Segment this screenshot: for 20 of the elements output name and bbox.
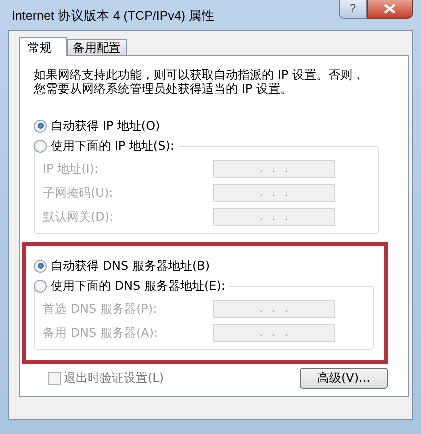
advanced-button[interactable]: 高级(V)... xyxy=(300,368,388,389)
field-label: 子网掩码(U): xyxy=(43,184,114,202)
radio-button[interactable] xyxy=(34,120,47,132)
tab[interactable]: 备用配置 xyxy=(67,39,127,55)
help-button[interactable]: ? xyxy=(339,0,367,19)
field-label: 备用 DNS 服务器(A): xyxy=(43,324,160,342)
radio-button[interactable] xyxy=(34,280,47,292)
radio-button[interactable] xyxy=(34,140,47,152)
window-title: Internet 协议版本 4 (TCP/IPv4) 属性 xyxy=(12,8,216,25)
radio-label[interactable]: 使用下面的 IP 地址(S): xyxy=(51,138,178,154)
field-label: 默认网关(D): xyxy=(43,208,115,226)
field-label: 首选 DNS 服务器(P): xyxy=(43,300,158,318)
close-icon xyxy=(384,4,396,14)
tab[interactable]: 常规 xyxy=(19,37,67,56)
radio-label[interactable]: 使用下面的 DNS 服务器地址(E): xyxy=(51,278,230,294)
intro-text: 您需要从网络系统管理员处获得适当的 IP 设置。 xyxy=(34,82,292,96)
radio-button[interactable] xyxy=(34,260,47,272)
field-label: IP 地址(I): xyxy=(43,160,100,178)
close-button[interactable] xyxy=(367,0,413,19)
intro-text: 如果网络支持此功能，则可以获取自动指派的 IP 设置。否则， xyxy=(34,68,364,82)
